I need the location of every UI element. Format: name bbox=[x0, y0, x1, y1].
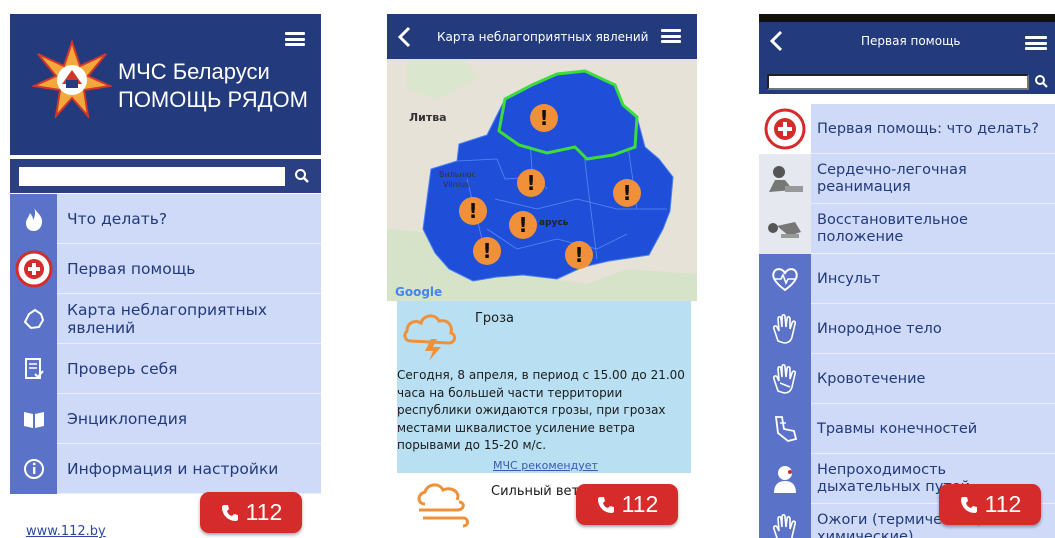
warning-marker[interactable]: ! bbox=[530, 104, 558, 132]
website-link[interactable]: www.112.by bbox=[26, 524, 106, 538]
google-logo: Google bbox=[395, 285, 442, 299]
search-icon[interactable] bbox=[293, 167, 311, 185]
mchs-recommends-link[interactable]: МЧС рекомендует bbox=[493, 459, 598, 472]
map-label-belarus: арусь bbox=[539, 218, 569, 228]
warning-marker[interactable]: ! bbox=[459, 197, 487, 225]
first-aid-item-label: Травмы конечностей bbox=[817, 420, 978, 437]
storm-warning-card: Гроза Сегодня, 8 апреля, в период с 15.0… bbox=[397, 301, 691, 473]
main-menu-screen: МЧС Беларуси ПОМОЩЬ РЯДОМ Что делать? Пе… bbox=[10, 14, 321, 538]
menu-item-label: Карта неблагоприятных явлений bbox=[67, 301, 268, 337]
first-aid-item[interactable]: Инородное тело bbox=[759, 304, 1055, 354]
hamburger-menu-icon[interactable] bbox=[1025, 36, 1047, 50]
first-aid-screen: Первая помощь Первая помощь: что делать?… bbox=[759, 14, 1055, 538]
mchs-emblem-logo bbox=[32, 40, 112, 120]
app-header: МЧС Беларуси ПОМОЩЬ РЯДОМ bbox=[10, 14, 321, 155]
menu-item-label: Проверь себя bbox=[67, 360, 178, 378]
first-aid-item[interactable]: Инсульт bbox=[759, 254, 1055, 304]
first-aid-item[interactable]: Первая помощь: что делать? bbox=[759, 104, 1055, 154]
first-aid-item[interactable]: Травмы конечностей bbox=[759, 404, 1055, 454]
menu-item-label: Первая помощь bbox=[67, 260, 196, 278]
map-outline-icon bbox=[10, 294, 57, 344]
svg-text:!: ! bbox=[526, 171, 535, 195]
first-aid-item-label: Инсульт bbox=[817, 270, 881, 287]
search-input[interactable] bbox=[767, 74, 1029, 90]
call-112-button[interactable]: 112 bbox=[200, 492, 302, 533]
svg-text:!: ! bbox=[574, 243, 583, 267]
warning-marker[interactable]: ! bbox=[517, 169, 545, 197]
hazard-map-screen: Карта неблагоприятных явлений Литва Виль… bbox=[387, 14, 697, 538]
belarus-region-map: Литва Вильнюс Vilnius арусь Google ! ! !… bbox=[387, 59, 697, 301]
fire-icon bbox=[10, 194, 57, 244]
first-aid-emblem-icon bbox=[759, 104, 811, 154]
first-aid-emblem-icon bbox=[10, 244, 57, 294]
map-label-vilnius: Вильнюс bbox=[439, 170, 476, 179]
call-112-label: 112 bbox=[621, 491, 659, 517]
menu-item-self-test[interactable]: Проверь себя bbox=[10, 344, 321, 394]
menu-item-encyclopedia[interactable]: Энциклопедия bbox=[10, 394, 321, 444]
svg-text:!: ! bbox=[518, 213, 527, 237]
warning-marker[interactable]: ! bbox=[509, 211, 537, 239]
menu-item-label: Информация и настройки bbox=[67, 460, 279, 478]
call-112-button[interactable]: 112 bbox=[939, 484, 1041, 525]
map-label-lithuania: Литва bbox=[409, 111, 447, 124]
svg-text:!: ! bbox=[539, 106, 548, 130]
heart-pulse-icon bbox=[759, 254, 811, 304]
limb-injury-icon bbox=[759, 404, 811, 454]
first-aid-item[interactable]: Восстановительное положение bbox=[759, 204, 1055, 254]
app-title-line2: ПОМОЩЬ РЯДОМ bbox=[118, 87, 308, 112]
call-112-label: 112 bbox=[984, 491, 1022, 517]
menu-item-hazard-map[interactable]: Карта неблагоприятных явлений bbox=[10, 294, 321, 344]
warning-title: Гроза bbox=[475, 311, 515, 326]
search-input[interactable] bbox=[19, 167, 285, 186]
first-aid-item-label: Инородное тело bbox=[817, 320, 942, 337]
page-title: Первая помощь bbox=[861, 34, 961, 48]
back-arrow-icon[interactable] bbox=[769, 30, 783, 52]
bleeding-hand-icon bbox=[759, 354, 811, 404]
checklist-icon bbox=[10, 344, 57, 394]
first-aid-item-label: Сердечно-легочная реанимация bbox=[817, 162, 967, 195]
menu-item-what-to-do[interactable]: Что делать? bbox=[10, 194, 321, 244]
first-aid-item-label: Первая помощь: что делать? bbox=[817, 120, 1039, 137]
hamburger-menu-icon[interactable] bbox=[661, 29, 681, 43]
search-icon[interactable] bbox=[1033, 72, 1049, 90]
book-icon bbox=[10, 394, 57, 444]
hamburger-menu-icon[interactable] bbox=[285, 32, 305, 46]
app-header: Карта неблагоприятных явлений bbox=[387, 14, 697, 59]
menu-item-label: Энциклопедия bbox=[67, 410, 188, 428]
airway-icon bbox=[759, 454, 811, 504]
first-aid-item-label: Кровотечение bbox=[817, 370, 926, 387]
app-header: Первая помощь bbox=[759, 14, 1055, 94]
phone-icon bbox=[960, 496, 977, 513]
thunderstorm-icon bbox=[403, 314, 457, 361]
svg-text:!: ! bbox=[468, 199, 477, 223]
menu-item-info-settings[interactable]: Информация и настройки bbox=[10, 444, 321, 494]
app-title-line1: МЧС Беларуси bbox=[118, 59, 270, 84]
cpr-icon bbox=[759, 154, 811, 204]
warning-marker[interactable]: ! bbox=[473, 237, 501, 265]
warning-text: Сегодня, 8 апреля, в период с 15.00 до 2… bbox=[397, 368, 685, 452]
first-aid-item[interactable]: Сердечно-легочная реанимация bbox=[759, 154, 1055, 204]
call-112-label: 112 bbox=[245, 499, 283, 525]
search-bar bbox=[10, 159, 321, 193]
svg-text:!: ! bbox=[482, 239, 491, 263]
first-aid-item[interactable]: Кровотечение bbox=[759, 354, 1055, 404]
call-112-button[interactable]: 112 bbox=[576, 484, 678, 525]
recovery-position-icon bbox=[759, 204, 811, 254]
back-arrow-icon[interactable] bbox=[397, 26, 411, 48]
warning-marker[interactable]: ! bbox=[565, 241, 593, 269]
svg-text:!: ! bbox=[622, 181, 631, 205]
map-label-vilnius-latin: Vilnius bbox=[443, 180, 469, 189]
hazard-map[interactable]: Литва Вильнюс Vilnius арусь Google ! ! !… bbox=[387, 59, 697, 301]
hand-icon bbox=[759, 304, 811, 354]
first-aid-item-label: Восстановительное положение bbox=[817, 212, 968, 245]
strong-wind-icon bbox=[417, 483, 469, 528]
info-icon bbox=[10, 444, 57, 494]
menu-item-label: Что делать? bbox=[67, 210, 168, 228]
phone-icon bbox=[597, 496, 614, 513]
burn-hand-icon bbox=[759, 504, 811, 538]
phone-icon bbox=[221, 504, 238, 521]
page-title: Карта неблагоприятных явлений bbox=[437, 29, 649, 44]
warning-marker[interactable]: ! bbox=[613, 179, 641, 207]
menu-item-first-aid[interactable]: Первая помощь bbox=[10, 244, 321, 294]
